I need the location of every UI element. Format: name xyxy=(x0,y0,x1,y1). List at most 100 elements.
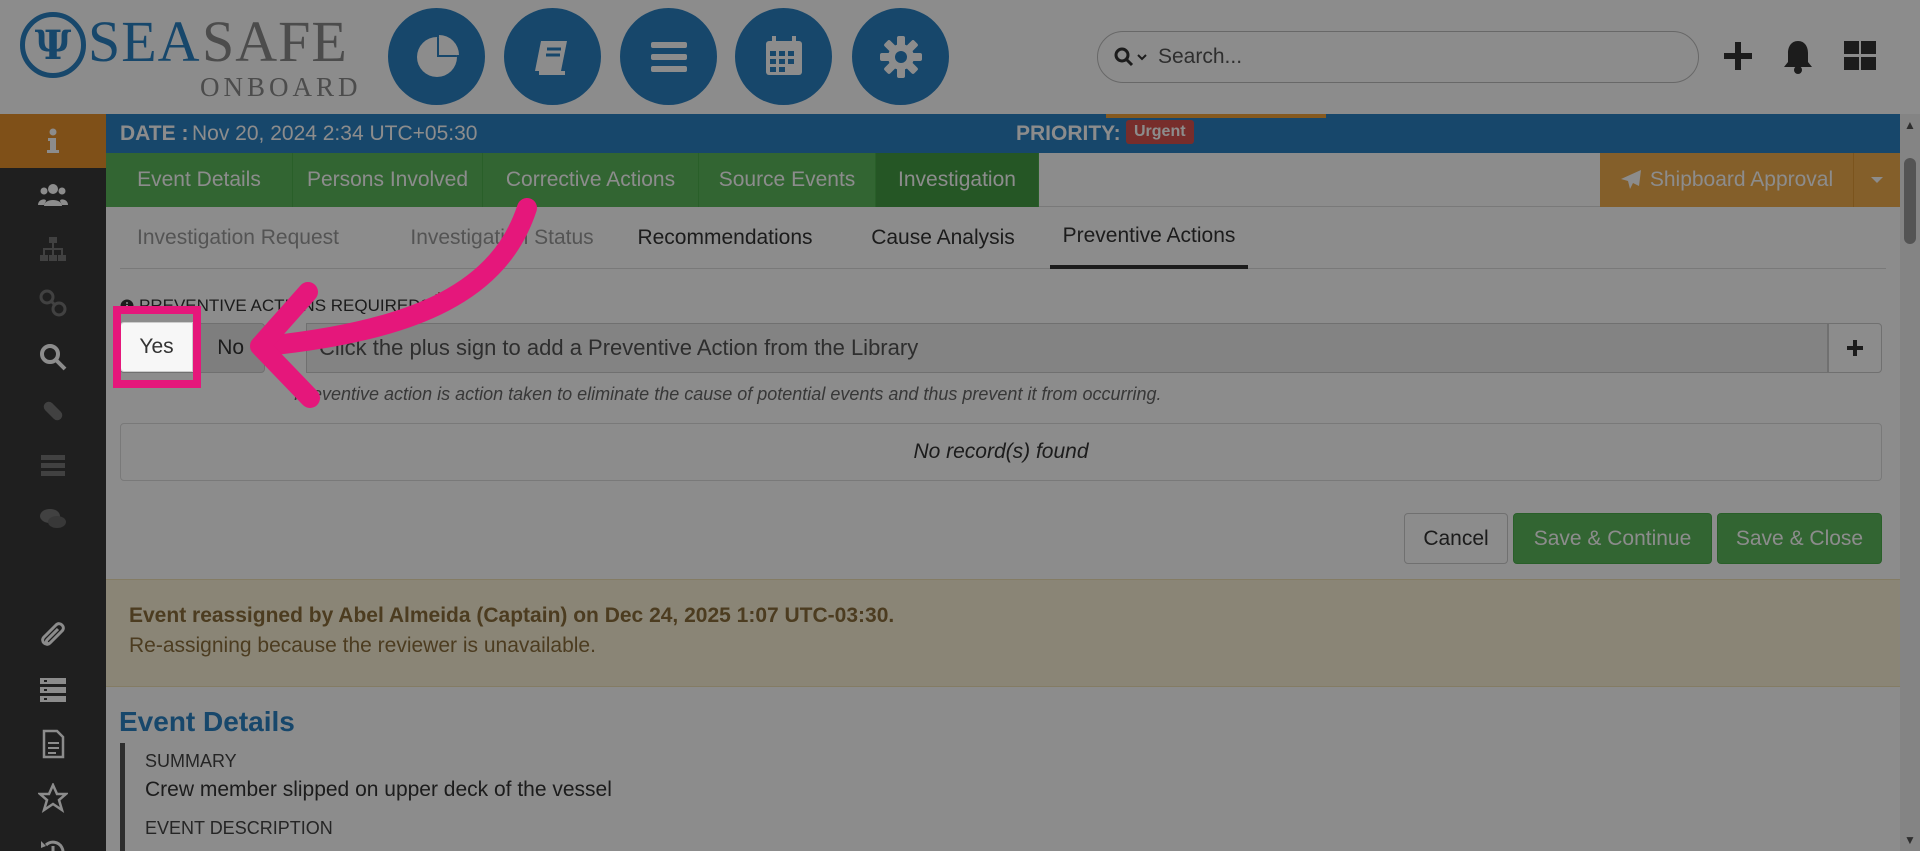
top-header: Ψ SEA SAFE ONBOARD xyxy=(0,0,1920,114)
grid-icon xyxy=(1844,41,1876,70)
search-icon xyxy=(40,344,67,371)
plus-icon xyxy=(1724,42,1752,70)
priority-badge: Urgent xyxy=(1126,120,1194,144)
sidebar-item-table[interactable] xyxy=(0,663,106,717)
caret-down-icon xyxy=(1871,177,1883,183)
save-close-button[interactable]: Save & Close xyxy=(1717,513,1882,564)
sidebar-item-list[interactable] xyxy=(0,438,106,492)
date-value: Nov 20, 2024 2:34 UTC+05:30 xyxy=(192,121,478,145)
event-tabs: Event Details Persons Involved Correctiv… xyxy=(106,153,1900,207)
plus-icon xyxy=(1847,340,1863,356)
priority-accent xyxy=(1106,114,1326,118)
table-icon xyxy=(40,678,66,702)
tab-persons-involved[interactable]: Persons Involved xyxy=(293,153,483,207)
preventive-helper-text: Preventive action is action taken to eli… xyxy=(294,384,1162,404)
sidebar-item-history[interactable] xyxy=(0,825,106,851)
subtab-recommendations[interactable]: Recommendations xyxy=(626,207,824,269)
notifications-button[interactable] xyxy=(1778,36,1818,76)
trident-logo-icon: Ψ xyxy=(20,12,86,78)
event-description-label: EVENT DESCRIPTION xyxy=(145,818,333,838)
summary-value: Crew member slipped on upper deck of the… xyxy=(145,778,612,801)
search-bar[interactable] xyxy=(1097,31,1699,83)
nav-dashboard-button[interactable] xyxy=(388,8,485,105)
save-continue-button[interactable]: Save & Continue xyxy=(1513,513,1712,564)
sidebar-item-attachments[interactable] xyxy=(0,609,106,663)
empty-records-message: No record(s) found xyxy=(120,423,1882,481)
search-input[interactable] xyxy=(1158,45,1658,69)
tab-source-events[interactable]: Source Events xyxy=(699,153,876,207)
subtab-investigation-request[interactable]: Investigation Request xyxy=(122,207,354,269)
nav-library-button[interactable] xyxy=(504,8,601,105)
tab-event-details[interactable]: Event Details xyxy=(106,153,293,207)
event-details-heading: Event Details xyxy=(119,706,295,737)
book-icon xyxy=(534,40,567,75)
gear-icon xyxy=(879,35,922,78)
sidebar-item-documents[interactable] xyxy=(0,717,106,771)
add-preventive-action-button[interactable] xyxy=(1828,323,1882,373)
hierarchy-icon xyxy=(40,237,66,261)
paperclip-icon xyxy=(41,622,65,646)
date-label: DATE : xyxy=(120,121,189,145)
subtab-preventive-actions[interactable]: Preventive Actions xyxy=(1050,207,1248,269)
scroll-down-arrow-icon[interactable]: ▼ xyxy=(1904,833,1916,847)
sidebar-item-hierarchy[interactable] xyxy=(0,222,106,276)
subtab-cause-analysis[interactable]: Cause Analysis xyxy=(868,207,1018,269)
investigation-subtabs: Investigation Request Investigation Stat… xyxy=(120,207,1886,269)
search-icon xyxy=(1114,47,1134,67)
nav-menu-button[interactable] xyxy=(620,8,717,105)
sidebar-item-links[interactable] xyxy=(0,276,106,330)
shipboard-approval-dropdown[interactable] xyxy=(1854,153,1900,207)
left-sidebar xyxy=(0,114,106,851)
preventive-library-input[interactable]: Click the plus sign to add a Preventive … xyxy=(306,323,1828,373)
cancel-button[interactable]: Cancel xyxy=(1404,513,1508,564)
no-button[interactable]: No xyxy=(196,323,266,373)
users-icon xyxy=(38,184,68,206)
chevron-down-icon xyxy=(1137,54,1147,61)
logo-tagline: ONBOARD xyxy=(200,72,362,102)
shipboard-approval-button[interactable]: Shipboard Approval xyxy=(1600,153,1854,207)
nav-settings-button[interactable] xyxy=(852,8,949,105)
seasafe-logo[interactable]: Ψ SEA SAFE ONBOARD xyxy=(20,9,358,102)
paper-plane-icon xyxy=(1620,170,1641,189)
comments-icon xyxy=(40,509,66,528)
sidebar-item-info[interactable] xyxy=(0,114,106,168)
alert-title: Event reassigned by Abel Almeida (Captai… xyxy=(129,604,895,627)
star-icon xyxy=(38,783,68,813)
nav-calendar-button[interactable] xyxy=(735,8,832,105)
main-content: DATE : Nov 20, 2024 2:34 UTC+05:30 PRIOR… xyxy=(106,114,1900,851)
search-scope-dropdown[interactable] xyxy=(1114,47,1148,67)
pill-icon xyxy=(43,401,63,421)
reassignment-alert: Event reassigned by Abel Almeida (Captai… xyxy=(106,579,1900,687)
highlight-box xyxy=(113,306,201,388)
sidebar-item-search[interactable] xyxy=(0,330,106,384)
sidebar-item-favorites[interactable] xyxy=(0,771,106,825)
event-info-bar: DATE : Nov 20, 2024 2:34 UTC+05:30 PRIOR… xyxy=(106,114,1900,153)
history-icon xyxy=(41,840,65,851)
required-asterisk: * xyxy=(434,289,443,311)
shipboard-approval-label: Shipboard Approval xyxy=(1649,168,1834,191)
pie-chart-icon xyxy=(416,34,459,77)
apps-button[interactable] xyxy=(1840,36,1880,76)
link-icon xyxy=(39,289,67,317)
summary-label: SUMMARY xyxy=(145,751,237,771)
sidebar-item-medical[interactable] xyxy=(0,384,106,438)
document-icon xyxy=(42,729,65,759)
logo-text-primary: SEA xyxy=(88,9,201,74)
shipboard-approval-split-button: Shipboard Approval xyxy=(1600,153,1900,207)
scroll-up-arrow-icon[interactable]: ▲ xyxy=(1904,118,1916,132)
list-icon xyxy=(41,455,65,476)
scroll-thumb[interactable] xyxy=(1904,158,1916,244)
page-scrollbar[interactable]: ▲ ▼ xyxy=(1900,114,1920,851)
sidebar-item-persons[interactable] xyxy=(0,168,106,222)
calendar-icon xyxy=(765,35,802,75)
event-details-block: SUMMARY Crew member slipped on upper dec… xyxy=(120,743,1882,851)
bell-icon xyxy=(1784,41,1812,74)
menu-icon xyxy=(650,41,687,72)
subtab-investigation-status[interactable]: Investigation Status xyxy=(396,207,608,269)
tab-corrective-actions[interactable]: Corrective Actions xyxy=(483,153,699,207)
add-button[interactable] xyxy=(1718,36,1758,76)
alert-body: Re-assigning because the reviewer is una… xyxy=(129,634,596,657)
logo-text-secondary: SAFE xyxy=(202,9,348,74)
tab-investigation[interactable]: Investigation xyxy=(876,153,1039,207)
sidebar-item-comments[interactable] xyxy=(0,492,106,546)
